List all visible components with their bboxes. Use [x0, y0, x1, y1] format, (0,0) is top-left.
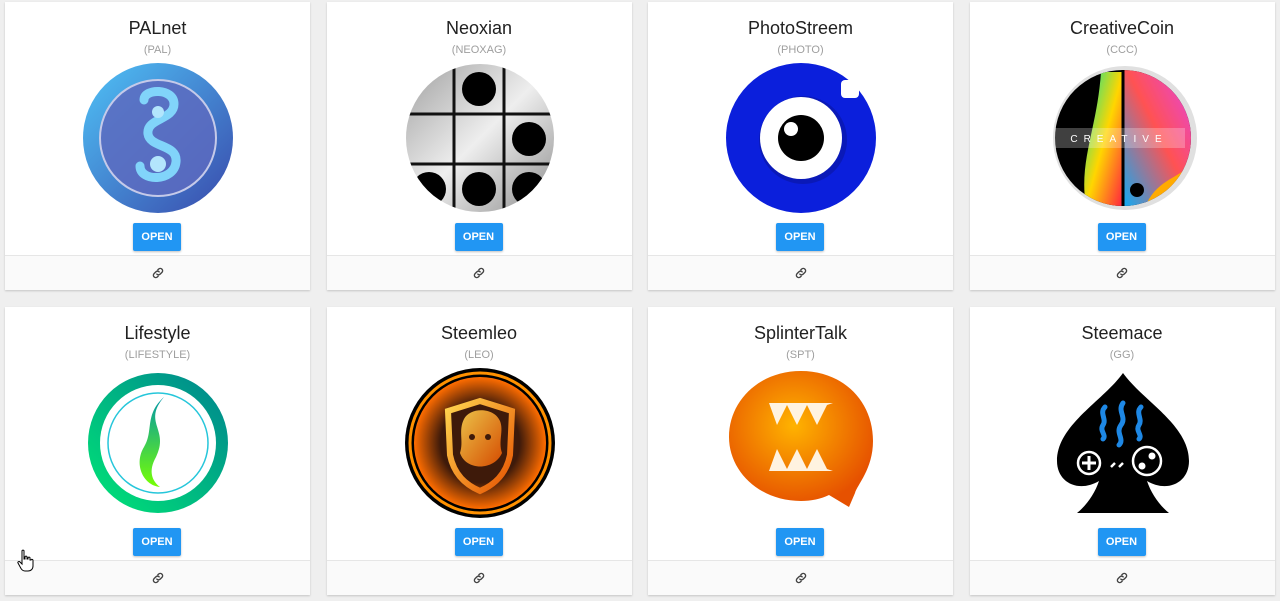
- steemleo-logo: [404, 367, 556, 519]
- open-button[interactable]: OPEN: [133, 528, 181, 556]
- open-button[interactable]: OPEN: [454, 223, 503, 251]
- splintertalk-logo: [725, 367, 877, 519]
- hand-cursor-icon: [17, 549, 34, 572]
- open-button[interactable]: OPEN: [1097, 528, 1146, 556]
- open-button[interactable]: OPEN: [776, 223, 824, 251]
- card-footer: [969, 255, 1275, 290]
- community-name: Neoxian: [445, 18, 513, 38]
- link-icon[interactable]: [794, 571, 808, 585]
- palnet-logo: [82, 62, 234, 214]
- community-symbol: (NEOXAG): [451, 44, 507, 56]
- card-footer: [326, 560, 632, 595]
- community-card-splintertalk: SplinterTalk (SPT) OPEN: [648, 307, 953, 595]
- neoxian-logo: [404, 62, 556, 214]
- community-card-lifestyle: Lifestyle (LIFESTYLE) OPEN: [5, 307, 310, 595]
- link-icon[interactable]: [151, 266, 165, 280]
- open-button[interactable]: OPEN: [133, 223, 181, 251]
- card-footer: [969, 560, 1275, 595]
- open-button[interactable]: OPEN: [1097, 223, 1146, 251]
- community-name: Lifestyle: [124, 323, 191, 343]
- link-icon[interactable]: [472, 266, 486, 280]
- link-icon[interactable]: [1115, 571, 1129, 585]
- community-name: Steemace: [1081, 323, 1163, 343]
- open-button[interactable]: OPEN: [776, 528, 824, 556]
- community-card-steemleo: Steemleo (LEO) OPEN: [326, 307, 632, 595]
- community-card-creativecoin: CreativeCoin (CCC) CREATIVE OPEN: [969, 2, 1275, 290]
- card-footer: [5, 255, 310, 290]
- lifestyle-logo: [82, 367, 234, 519]
- community-name: SplinterTalk: [753, 323, 848, 343]
- creativecoin-logo: CREATIVE: [1047, 62, 1199, 214]
- community-grid: PALnet (PAL) OPEN Neoxian (NEOXAG) OPEN …: [5, 2, 1275, 595]
- open-button[interactable]: OPEN: [454, 528, 503, 556]
- community-symbol: (CCC): [1106, 44, 1138, 56]
- community-symbol: (PAL): [143, 44, 172, 56]
- community-card-steemace: Steemace (GG) OPEN: [969, 307, 1275, 595]
- steemace-logo: [1047, 367, 1199, 519]
- community-name: CreativeCoin: [1069, 18, 1175, 38]
- community-symbol: (LIFESTYLE): [124, 349, 191, 361]
- card-footer: [326, 255, 632, 290]
- community-symbol: (PHOTO): [777, 44, 824, 56]
- link-icon[interactable]: [1115, 266, 1129, 280]
- card-footer: [5, 560, 310, 595]
- link-icon[interactable]: [472, 571, 486, 585]
- community-symbol: (SPT): [786, 349, 815, 361]
- community-card-palnet: PALnet (PAL) OPEN: [5, 2, 310, 290]
- card-footer: [648, 255, 953, 290]
- link-icon[interactable]: [794, 266, 808, 280]
- community-name: PALnet: [128, 18, 187, 38]
- community-name: PhotoStreem: [747, 18, 854, 38]
- community-card-photostreem: PhotoStreem (PHOTO) OPEN: [648, 2, 953, 290]
- community-name: Steemleo: [440, 323, 518, 343]
- photostreem-logo: [725, 62, 877, 214]
- link-icon[interactable]: [151, 571, 165, 585]
- community-card-neoxian: Neoxian (NEOXAG) OPEN: [326, 2, 632, 290]
- card-footer: [648, 560, 953, 595]
- community-symbol: (GG): [1109, 349, 1135, 361]
- creativecoin-logo-text: CREATIVE: [1070, 134, 1167, 145]
- community-symbol: (LEO): [464, 349, 494, 361]
